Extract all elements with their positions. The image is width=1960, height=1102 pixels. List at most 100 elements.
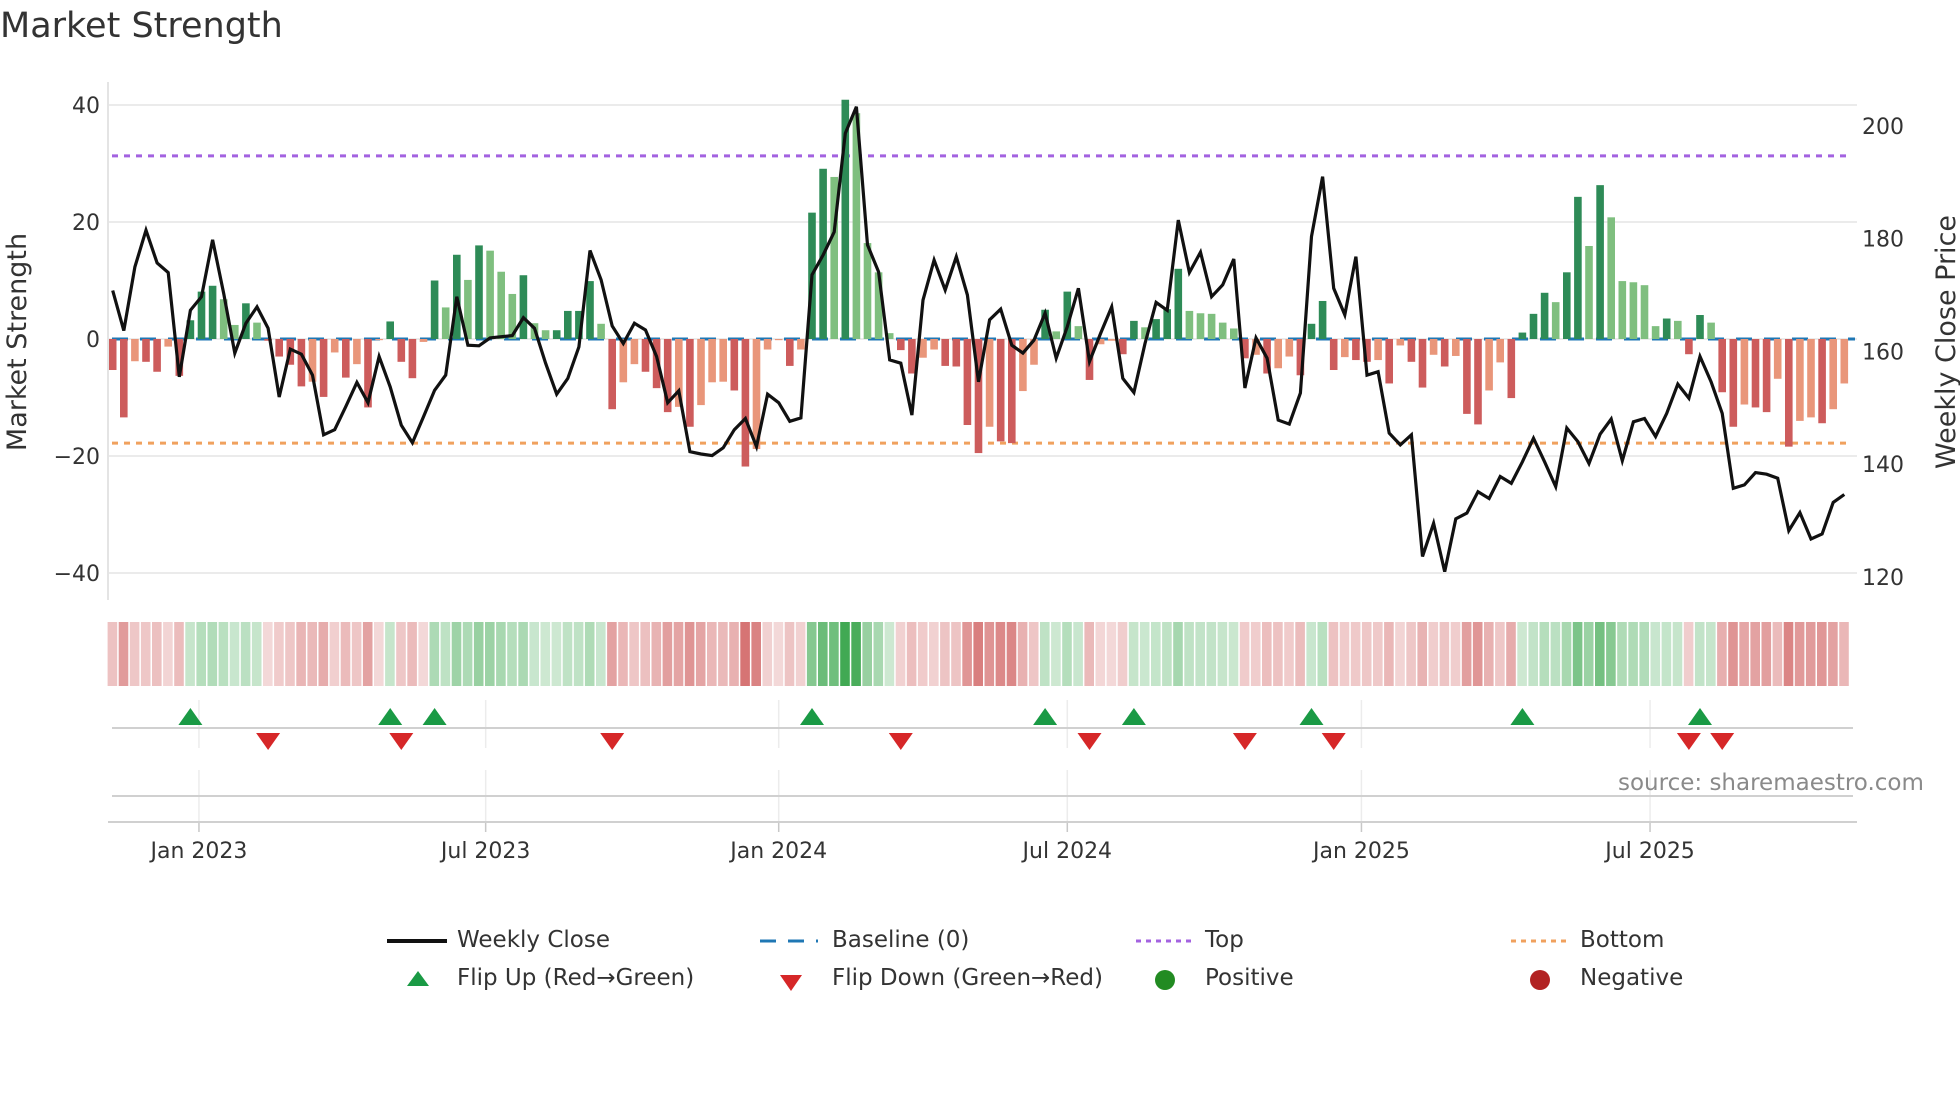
heat-cell [1250,622,1261,686]
heat-cell [596,622,606,686]
heat-cell [1783,622,1794,686]
heat-cell [1484,622,1494,686]
bar-positive [1607,217,1615,339]
bar-negative [797,339,805,350]
heat-cell [385,622,395,686]
bar-positive [1196,313,1205,339]
heat-cell [174,622,184,686]
bar-negative [708,339,716,383]
heat-cell [1184,622,1194,686]
heat-cell [862,622,872,686]
heat-cell [718,622,728,686]
bar-negative [1762,339,1771,413]
bar-negative [1019,339,1027,392]
bar-positive [1585,245,1593,339]
bar-negative [963,339,972,425]
legend-weekly-close: Weekly Close [457,927,610,953]
heat-cell [1506,622,1516,686]
heat-cell [1805,622,1816,686]
bar-negative [774,339,783,341]
heat-cell [296,622,306,686]
heat-cell [629,622,639,686]
heat-cell [740,622,750,686]
heat-cell [640,622,650,686]
heat-cell [229,622,240,686]
bar-negative [763,339,772,350]
bar-negative [164,339,172,347]
heat-cell [1450,622,1461,686]
heat-cell [118,622,129,686]
heat-cell [362,622,373,686]
heat-cell [440,622,451,686]
heat-cell [185,622,195,686]
heat-cell [1650,622,1661,686]
legend-negative: Negative [1580,965,1684,991]
heat-cell [662,622,673,686]
bar-negative [952,339,961,367]
bar-positive [1207,313,1216,339]
heat-cell [1384,622,1394,686]
bar-positive [386,321,394,339]
bar-negative [419,339,428,342]
bar-positive [475,245,483,339]
heat-cell [1694,622,1705,686]
heat-cell [1350,622,1361,686]
heat-cell [917,622,928,686]
bar-positive [208,285,217,339]
flip-down-marker [1676,733,1701,750]
bar-negative [941,339,949,366]
bar-negative [641,339,650,372]
x-tick-label: Jul 2023 [439,839,531,864]
bar-negative [1385,339,1393,384]
heat-cell [1828,622,1838,686]
y-tick-label-left: −40 [54,562,100,587]
heat-cell [784,622,795,686]
bar-negative [1440,339,1449,367]
bar-negative [319,339,328,397]
heat-cell [1084,622,1094,686]
bar-positive [1574,196,1582,339]
y-tick-label-left: −20 [54,445,100,470]
bar-positive [1218,322,1227,339]
heat-cell [196,622,206,686]
x-tick-label: Jan 2024 [728,839,827,864]
bar-negative [1818,339,1826,424]
heat-cell [1139,622,1150,686]
bar-positive [1551,302,1560,339]
legend-flip-down: Flip Down (Green→Red) [832,965,1103,991]
heat-cell [1706,622,1716,686]
heat-cell [1839,622,1849,686]
heat-cell [396,622,406,686]
bar-negative [330,339,339,353]
bar-positive [1529,313,1538,339]
heat-cell [1206,622,1217,686]
heat-cell [1661,622,1672,686]
triangle-up-icon [407,971,429,986]
bar-negative [908,339,916,374]
bar-negative [1829,339,1837,410]
heat-cell [1472,622,1483,686]
flip-up-marker [1510,708,1535,725]
y-tick-label-right: 180 [1862,228,1904,253]
bar-negative [1429,339,1438,355]
heat-cell [274,622,284,686]
heat-cell [518,622,528,686]
heat-cell [1273,622,1283,686]
flip-down-marker [1710,733,1735,750]
flip-up-marker [1121,708,1146,725]
bar-positive [497,271,505,339]
heat-cell [1717,622,1727,686]
bar-negative [1729,339,1738,427]
bar-negative [153,339,161,372]
bar-positive [863,243,872,339]
heat-cell [351,622,362,686]
bar-positive [1318,300,1327,339]
bar-negative [1496,339,1504,363]
bar-negative [275,339,283,357]
heat-cell [684,622,695,686]
bar-negative [108,339,117,371]
bar-positive [1629,282,1638,339]
bar-negative [1274,339,1282,369]
heat-cell [485,622,495,686]
heat-cell [507,622,517,686]
